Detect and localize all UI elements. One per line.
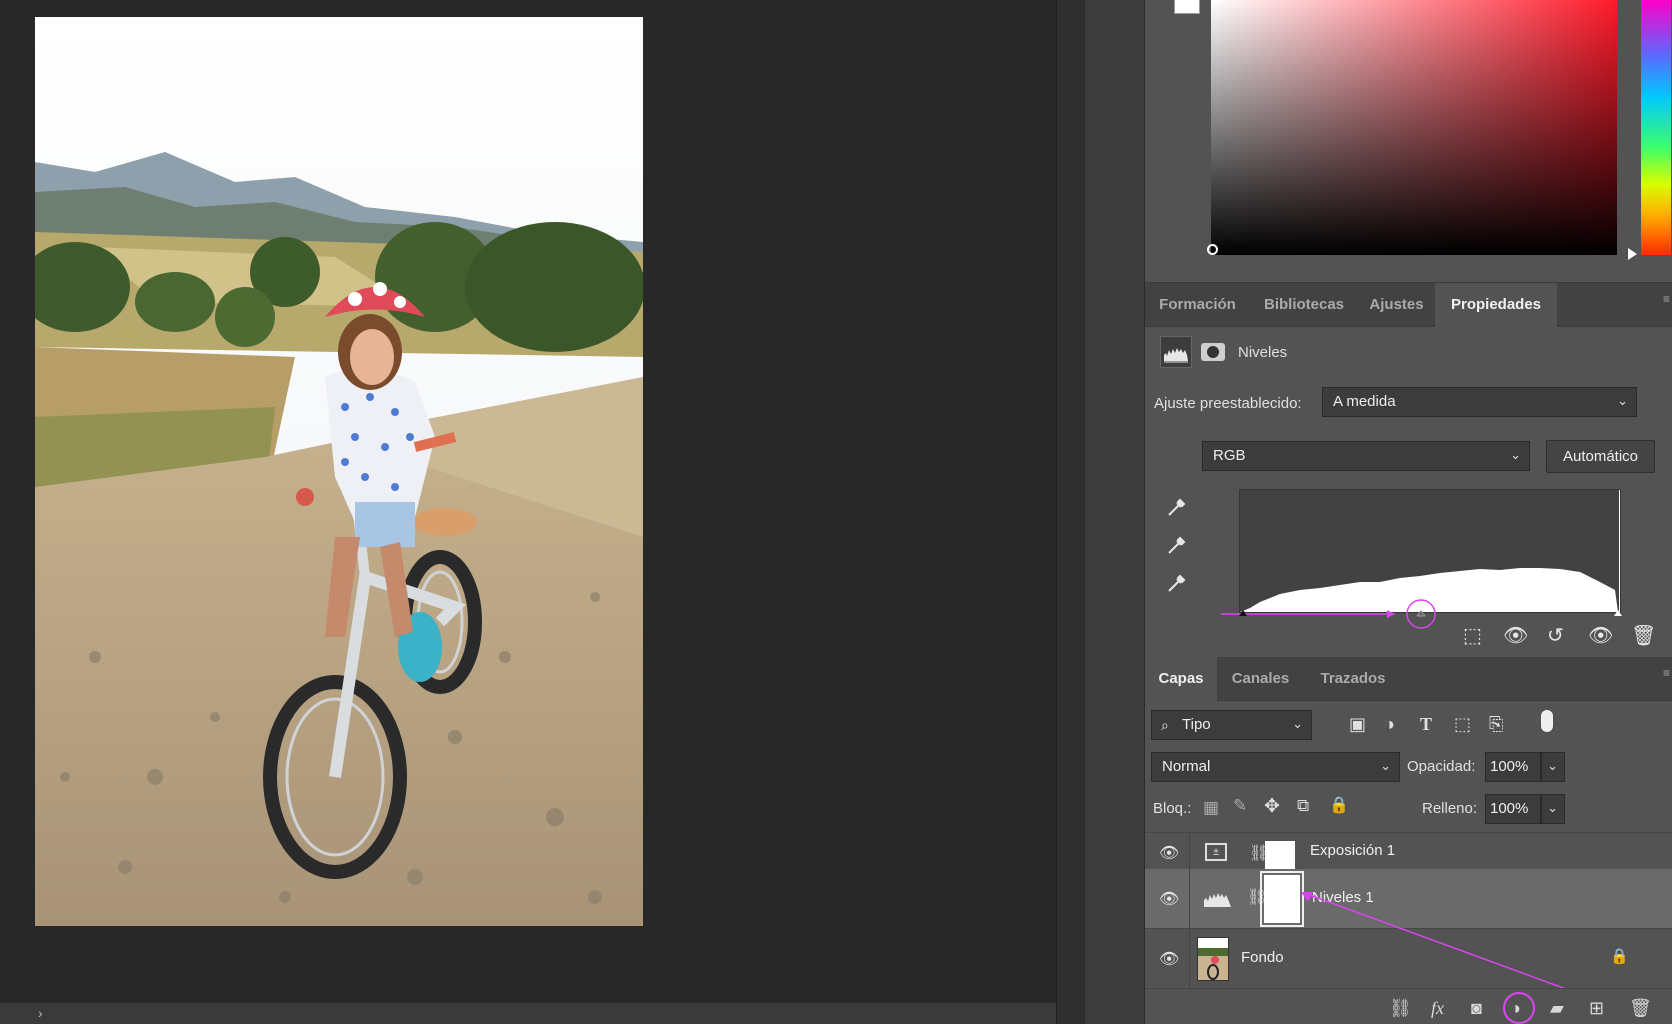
adjustment-title: Niveles: [1238, 344, 1288, 361]
new-layer-icon[interactable]: ⊞: [1589, 998, 1604, 1019]
view-previous-state-icon[interactable]: 👁: [1503, 623, 1528, 648]
chevron-down-icon: ⌄: [1510, 447, 1521, 462]
levels-input-slider[interactable]: [1219, 596, 1639, 632]
levels-histogram: [1239, 489, 1621, 613]
opacity-value: 100%: [1490, 758, 1529, 775]
tab-canales[interactable]: Canales: [1217, 657, 1304, 701]
exposure-adjustment-icon: ±: [1205, 843, 1227, 861]
clip-to-layer-icon[interactable]: ⬚: [1463, 623, 1482, 648]
shape-layer-filter-icon[interactable]: ⬚: [1454, 714, 1471, 735]
tab-bibliotecas[interactable]: Bibliotecas: [1250, 283, 1358, 327]
layer-mask-thumbnail[interactable]: [1265, 841, 1295, 871]
document-canvas[interactable]: [0, 0, 1056, 1002]
chevron-down-icon: ⌄: [1547, 800, 1558, 815]
opacity-input[interactable]: 100%: [1485, 752, 1541, 782]
layer-mask-icon[interactable]: [1201, 343, 1225, 361]
chevron-down-icon: ⌄: [1617, 393, 1628, 408]
histogram-graphic: [1240, 490, 1620, 612]
prevent-auto-nesting-icon[interactable]: ⧉: [1297, 796, 1309, 816]
lock-transparency-icon[interactable]: ▦: [1203, 798, 1219, 818]
chevron-down-icon: ⌄: [1380, 758, 1391, 773]
layer-thumbnail-graphic: [1198, 938, 1228, 980]
hue-slider-handle[interactable]: [1628, 248, 1637, 260]
channel-select[interactable]: RGB ⌄: [1202, 441, 1530, 471]
preset-label: Ajuste preestablecido:: [1154, 395, 1302, 412]
new-group-folder-icon[interactable]: ▰: [1550, 998, 1564, 1019]
toggle-visibility-icon[interactable]: 👁: [1588, 623, 1613, 648]
layer-lock-icon[interactable]: 🔒: [1610, 947, 1629, 965]
tab-capas[interactable]: Capas: [1145, 657, 1217, 701]
gray-input-handle[interactable]: [1416, 609, 1426, 617]
search-icon: ⌕: [1161, 717, 1169, 733]
levels-icon-graphic: [1164, 348, 1188, 363]
opacity-dropdown[interactable]: ⌄: [1541, 752, 1565, 782]
layer-visibility-eye-icon[interactable]: 👁: [1159, 889, 1179, 909]
tab-ajustes[interactable]: Ajustes: [1358, 283, 1435, 327]
collapsed-panel-dock: [1084, 0, 1144, 1024]
layer-name[interactable]: Exposición 1: [1310, 842, 1395, 859]
blend-mode-value: Normal: [1162, 758, 1211, 775]
layer-name[interactable]: Fondo: [1241, 949, 1284, 966]
lock-all-icon[interactable]: 🔒: [1329, 795, 1349, 815]
tab-formacion[interactable]: Formación: [1145, 283, 1250, 327]
lock-position-icon[interactable]: ✥: [1264, 795, 1280, 818]
layer-filter-value: Tipo: [1182, 716, 1211, 733]
pixel-layer-filter-icon[interactable]: ▣: [1349, 714, 1366, 735]
delete-adjustment-icon[interactable]: 🗑: [1631, 623, 1656, 648]
chevron-down-icon: ⌄: [1547, 758, 1558, 773]
panel-divider[interactable]: [1056, 0, 1084, 1024]
color-picker-cursor[interactable]: [1207, 244, 1218, 255]
blend-mode-select[interactable]: Normal ⌄: [1151, 752, 1400, 782]
photo-image[interactable]: [35, 17, 643, 926]
black-input-handle[interactable]: [1239, 610, 1247, 616]
white-input-handle[interactable]: [1614, 610, 1622, 616]
layer-thumbnail[interactable]: [1197, 937, 1229, 981]
layer-style-fx-icon[interactable]: fx: [1431, 998, 1444, 1019]
gray-point-eyedropper-icon[interactable]: [1165, 533, 1189, 557]
tab-propiedades[interactable]: Propiedades: [1435, 283, 1557, 327]
type-layer-filter-icon[interactable]: T: [1420, 714, 1432, 735]
hue-slider[interactable]: [1641, 0, 1671, 255]
layers-tab-bar: Capas Canales Trazados ≡: [1145, 657, 1672, 701]
photo-illustration: [35, 17, 643, 926]
auto-button[interactable]: Automático: [1546, 440, 1655, 473]
panel-menu-icon[interactable]: ≡: [1663, 293, 1670, 305]
adjustment-layer-filter-icon[interactable]: ◑: [1384, 714, 1395, 735]
layer-visibility-eye-icon[interactable]: 👁: [1159, 949, 1179, 969]
color-panel: [1145, 0, 1672, 283]
foreground-color-swatch[interactable]: [1174, 0, 1200, 14]
chevron-down-icon: ⌄: [1292, 716, 1303, 731]
white-point-eyedropper-icon[interactable]: [1165, 571, 1189, 595]
new-fill-adjustment-layer-icon[interactable]: ◑: [1510, 998, 1521, 1019]
fill-input[interactable]: 100%: [1485, 794, 1541, 824]
properties-tab-bar: Formación Bibliotecas Ajustes Propiedade…: [1145, 283, 1672, 327]
fill-dropdown[interactable]: ⌄: [1541, 794, 1565, 824]
delete-layer-icon[interactable]: 🗑: [1629, 998, 1652, 1019]
add-mask-icon[interactable]: ◙: [1471, 998, 1482, 1019]
color-saturation-field[interactable]: [1211, 0, 1617, 255]
layer-visibility-eye-icon[interactable]: 👁: [1159, 843, 1179, 863]
smart-object-filter-icon[interactable]: ⎘: [1489, 714, 1503, 735]
status-expand-icon[interactable]: ›: [38, 1005, 43, 1021]
fill-value: 100%: [1490, 800, 1529, 817]
filter-toggle-switch[interactable]: [1541, 710, 1553, 732]
right-panel-stack: Formación Bibliotecas Ajustes Propiedade…: [1144, 0, 1672, 1024]
preset-select[interactable]: A medida ⌄: [1322, 387, 1637, 417]
link-layers-icon[interactable]: ⛓: [1389, 998, 1412, 1019]
status-bar: ›: [0, 1002, 1056, 1024]
levels-histogram-icon[interactable]: [1160, 336, 1192, 368]
opacity-label: Opacidad:: [1407, 758, 1476, 775]
layer-filter-select[interactable]: ⌕ Tipo ⌄: [1151, 710, 1312, 740]
lock-label: Bloq.:: [1153, 800, 1192, 817]
reset-adjustment-icon[interactable]: ↺: [1547, 623, 1564, 648]
panel-menu-icon[interactable]: ≡: [1663, 667, 1670, 679]
levels-adjustment-icon: [1204, 893, 1231, 907]
black-point-eyedropper-icon[interactable]: [1165, 495, 1189, 519]
tab-trazados[interactable]: Trazados: [1304, 657, 1402, 701]
preset-value: A medida: [1333, 393, 1396, 410]
fill-label: Relleno:: [1422, 800, 1478, 817]
lock-image-pixels-icon[interactable]: ✎: [1233, 796, 1247, 816]
channel-value: RGB: [1213, 447, 1246, 464]
